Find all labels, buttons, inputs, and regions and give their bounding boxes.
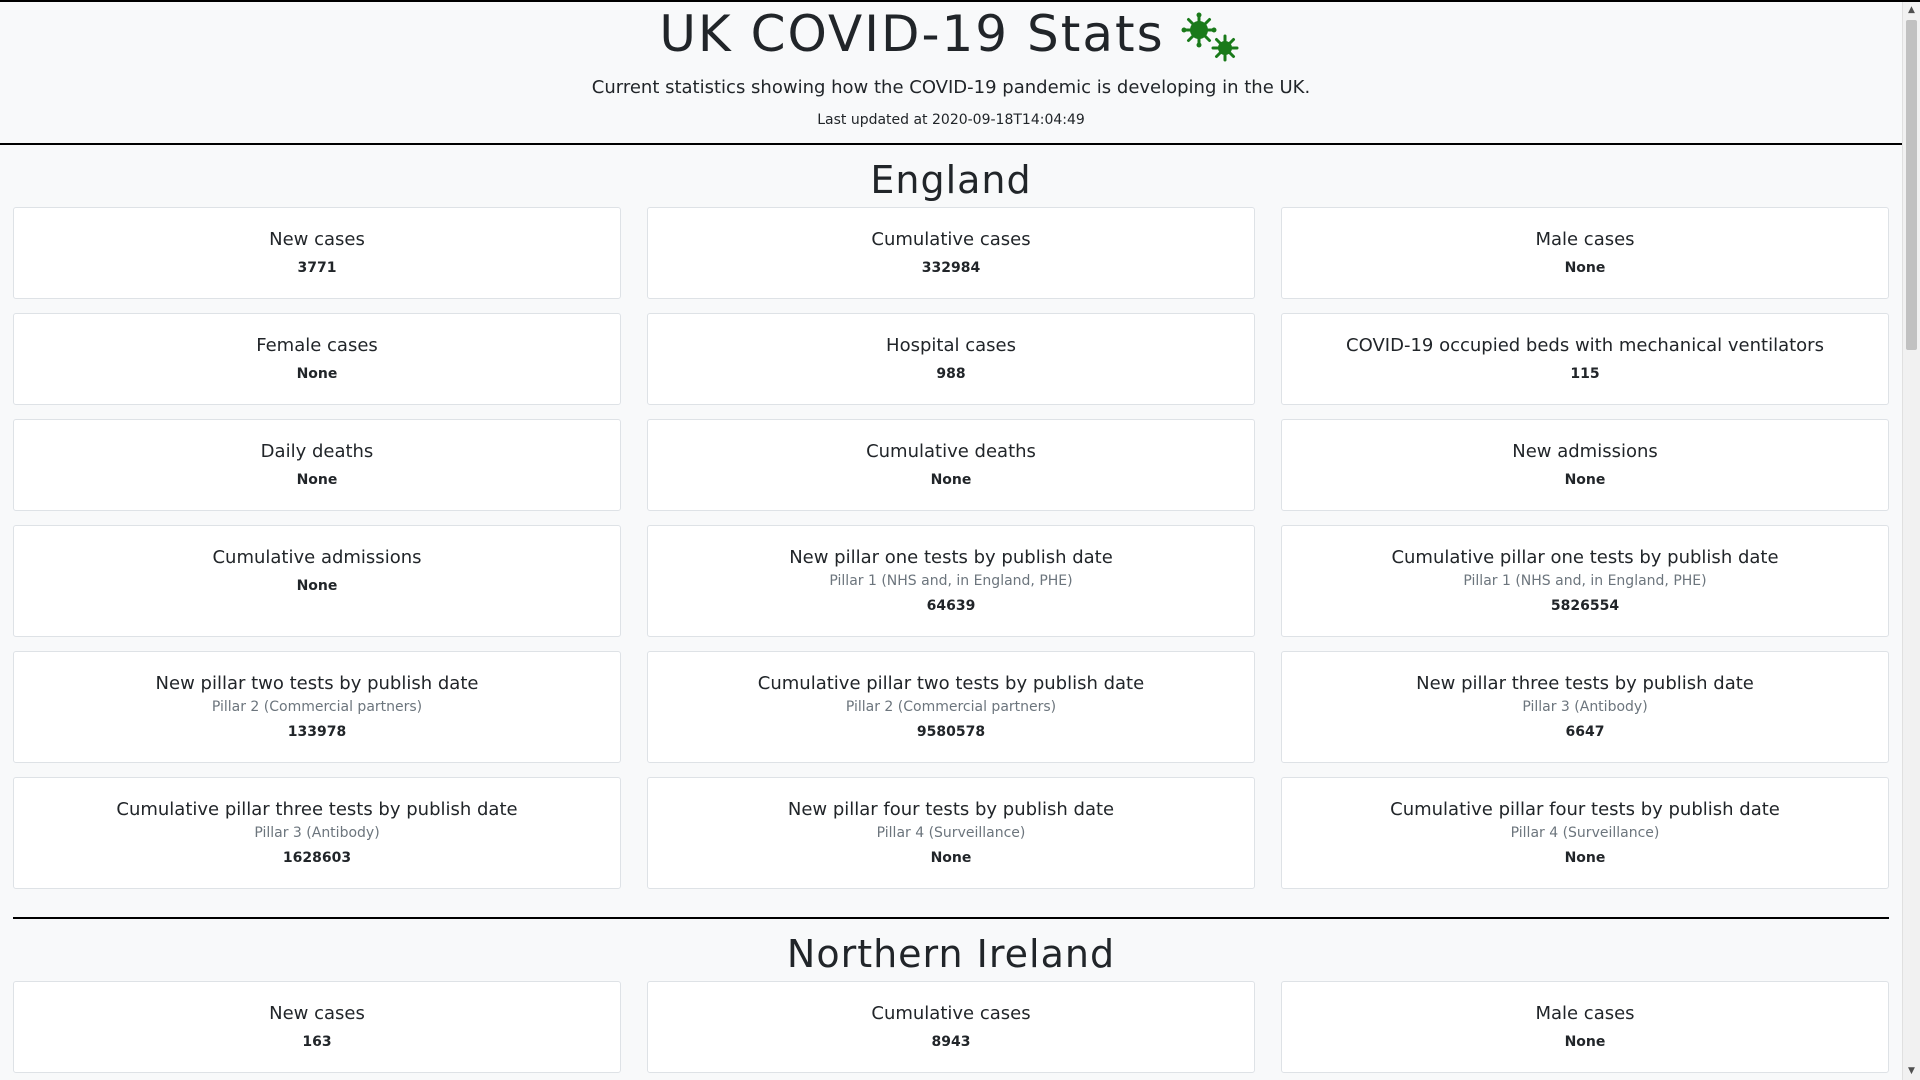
stat-title: Cumulative cases — [871, 1003, 1031, 1024]
stat-value: None — [296, 578, 338, 594]
stat-value: None — [1564, 472, 1606, 488]
stat-title: Cumulative deaths — [866, 441, 1036, 462]
page: UK COVID-19 Stats Current statistics sho… — [0, 2, 1902, 1080]
virus-icon — [1181, 12, 1239, 62]
stat-title: Hospital cases — [886, 335, 1016, 356]
scroll-up-arrow-icon[interactable]: ▲ — [1903, 2, 1920, 19]
stat-card-cumulative-pillar-three: Cumulative pillar three tests by publish… — [13, 777, 621, 889]
stat-value: 988 — [936, 366, 966, 382]
region-title: England — [870, 158, 1032, 202]
browser-viewport: UK COVID-19 Stats Current statistics sho… — [0, 0, 1920, 1080]
stat-card-male-cases: Male cases None — [1281, 981, 1889, 1073]
region-northern-ireland: Northern Ireland New cases 163 Cumulativ… — [0, 933, 1902, 1073]
stat-title: Cumulative pillar four tests by publish … — [1390, 799, 1780, 820]
stat-title: New cases — [269, 1003, 365, 1024]
stat-value: 115 — [1570, 366, 1600, 382]
stat-card-cumulative-pillar-two: Cumulative pillar two tests by publish d… — [647, 651, 1255, 763]
stat-value: 8943 — [931, 1034, 971, 1050]
region-title: Northern Ireland — [786, 932, 1116, 976]
scroll-down-arrow-icon[interactable]: ▼ — [1903, 1063, 1920, 1080]
stat-card-cumulative-cases: Cumulative cases 332984 — [647, 207, 1255, 299]
stat-card-new-pillar-one: New pillar one tests by publish date Pil… — [647, 525, 1255, 637]
stat-subtitle: Pillar 2 (Commercial partners) — [845, 699, 1057, 715]
stat-value: 6647 — [1565, 724, 1605, 740]
stat-title: COVID-19 occupied beds with mechanical v… — [1346, 335, 1824, 356]
stat-subtitle: Pillar 1 (NHS and, in England, PHE) — [1463, 573, 1707, 589]
page-subtitle: Current statistics showing how the COVID… — [591, 77, 1311, 98]
last-updated: Last updated at 2020-09-18T14:04:49 — [817, 112, 1085, 128]
stat-card-new-cases: New cases 3771 — [13, 207, 621, 299]
stat-card-male-cases: Male cases None — [1281, 207, 1889, 299]
scrollbar-thumb[interactable] — [1906, 20, 1917, 350]
region-england: England New cases 3771 Cumulative cases … — [0, 159, 1902, 889]
stat-value: 5826554 — [1550, 598, 1620, 614]
stat-title: New pillar four tests by publish date — [787, 799, 1115, 820]
region-divider — [13, 917, 1889, 919]
stat-title: Cumulative pillar one tests by publish d… — [1391, 547, 1779, 568]
stat-value: 3771 — [297, 260, 337, 276]
stat-value: 9580578 — [916, 724, 986, 740]
stat-card-cumulative-pillar-four: Cumulative pillar four tests by publish … — [1281, 777, 1889, 889]
stat-title: New admissions — [1512, 441, 1658, 462]
stat-title: Cumulative pillar two tests by publish d… — [757, 673, 1145, 694]
stat-title: Female cases — [256, 335, 378, 356]
stat-title: Cumulative admissions — [212, 547, 422, 568]
stat-value: None — [930, 472, 972, 488]
stat-card-new-pillar-two: New pillar two tests by publish date Pil… — [13, 651, 621, 763]
stat-title: Cumulative cases — [871, 229, 1031, 250]
stat-title: Male cases — [1535, 229, 1635, 250]
stat-card-daily-deaths: Daily deaths None — [13, 419, 621, 511]
stat-card-cumulative-pillar-one: Cumulative pillar one tests by publish d… — [1281, 525, 1889, 637]
stat-value: None — [296, 472, 338, 488]
stat-value: None — [1564, 260, 1606, 276]
stat-value: None — [296, 366, 338, 382]
stat-subtitle: Pillar 4 (Surveillance) — [876, 825, 1026, 841]
stat-card-new-admissions: New admissions None — [1281, 419, 1889, 511]
stat-value: None — [930, 850, 972, 866]
stat-title: New pillar three tests by publish date — [1416, 673, 1754, 694]
vertical-scrollbar[interactable]: ▲ ▼ — [1902, 2, 1920, 1080]
page-header: UK COVID-19 Stats Current statistics sho… — [0, 2, 1902, 145]
stat-value: None — [1564, 1034, 1606, 1050]
stat-title: New cases — [269, 229, 365, 250]
stat-card-cumulative-deaths: Cumulative deaths None — [647, 419, 1255, 511]
stat-card-cumulative-admissions: Cumulative admissions None — [13, 525, 621, 637]
stat-value: 64639 — [926, 598, 976, 614]
stat-card-new-cases: New cases 163 — [13, 981, 621, 1073]
stat-value: 133978 — [287, 724, 347, 740]
stat-card-female-cases: Female cases None — [13, 313, 621, 405]
stats-grid: New cases 3771 Cumulative cases 332984 M… — [13, 207, 1889, 889]
stat-title: New pillar two tests by publish date — [155, 673, 479, 694]
stat-value: None — [1564, 850, 1606, 866]
stat-card-hospital-cases: Hospital cases 988 — [647, 313, 1255, 405]
stats-grid: New cases 163 Cumulative cases 8943 Male… — [13, 981, 1889, 1073]
stat-card-ventilator-beds: COVID-19 occupied beds with mechanical v… — [1281, 313, 1889, 405]
stat-subtitle: Pillar 4 (Surveillance) — [1510, 825, 1660, 841]
stat-value: 332984 — [921, 260, 981, 276]
stat-subtitle: Pillar 3 (Antibody) — [1522, 699, 1648, 715]
stat-card-new-pillar-three: New pillar three tests by publish date P… — [1281, 651, 1889, 763]
page-title: UK COVID-19 Stats — [659, 5, 1165, 63]
stat-value: 1628603 — [282, 850, 352, 866]
title-row: UK COVID-19 Stats — [0, 6, 1902, 62]
stat-card-new-pillar-four: New pillar four tests by publish date Pi… — [647, 777, 1255, 889]
stat-title: Cumulative pillar three tests by publish… — [116, 799, 518, 820]
stat-value: 163 — [302, 1034, 332, 1050]
stat-subtitle: Pillar 1 (NHS and, in England, PHE) — [829, 573, 1073, 589]
stat-subtitle: Pillar 2 (Commercial partners) — [211, 699, 423, 715]
stat-title: Male cases — [1535, 1003, 1635, 1024]
stat-card-cumulative-cases: Cumulative cases 8943 — [647, 981, 1255, 1073]
stat-title: Daily deaths — [260, 441, 374, 462]
stat-subtitle: Pillar 3 (Antibody) — [254, 825, 380, 841]
stat-title: New pillar one tests by publish date — [789, 547, 1113, 568]
